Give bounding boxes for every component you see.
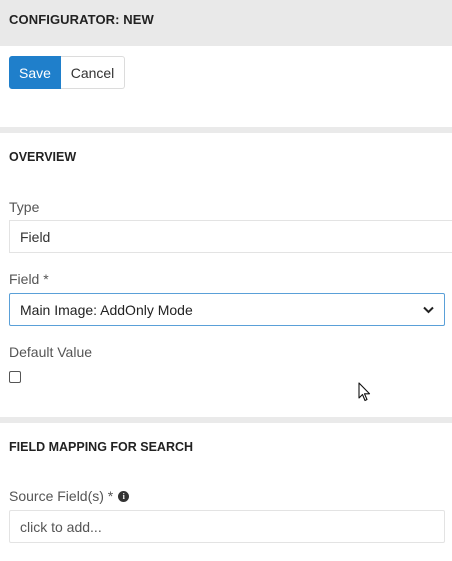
mouse-cursor-icon [358, 382, 371, 402]
section-divider [0, 417, 452, 423]
page-header: CONFIGURATOR: NEW [0, 0, 452, 46]
default-value-checkbox[interactable] [9, 371, 21, 383]
source-fields-label-row: Source Field(s) * i [9, 488, 130, 504]
info-icon[interactable]: i [118, 490, 130, 502]
section-divider [0, 127, 452, 133]
type-field: Field [9, 220, 452, 253]
cancel-button[interactable]: Cancel [61, 56, 125, 89]
default-value-label: Default Value [9, 344, 93, 360]
field-mapping-section-title: FIELD MAPPING FOR SEARCH [9, 440, 194, 454]
save-button[interactable]: Save [9, 56, 61, 89]
chevron-down-icon [422, 304, 434, 316]
field-select[interactable]: Main Image: AddOnly Mode [9, 293, 445, 326]
page-title: CONFIGURATOR: NEW [9, 12, 154, 27]
source-fields-label: Source Field(s) * [9, 488, 114, 504]
overview-section-title: OVERVIEW [9, 150, 77, 164]
type-label: Type [9, 199, 40, 215]
toolbar: Save Cancel [9, 56, 125, 89]
source-fields-input[interactable]: click to add... [9, 510, 445, 543]
field-select-value: Main Image: AddOnly Mode [20, 301, 193, 318]
field-label: Field * [9, 271, 49, 287]
